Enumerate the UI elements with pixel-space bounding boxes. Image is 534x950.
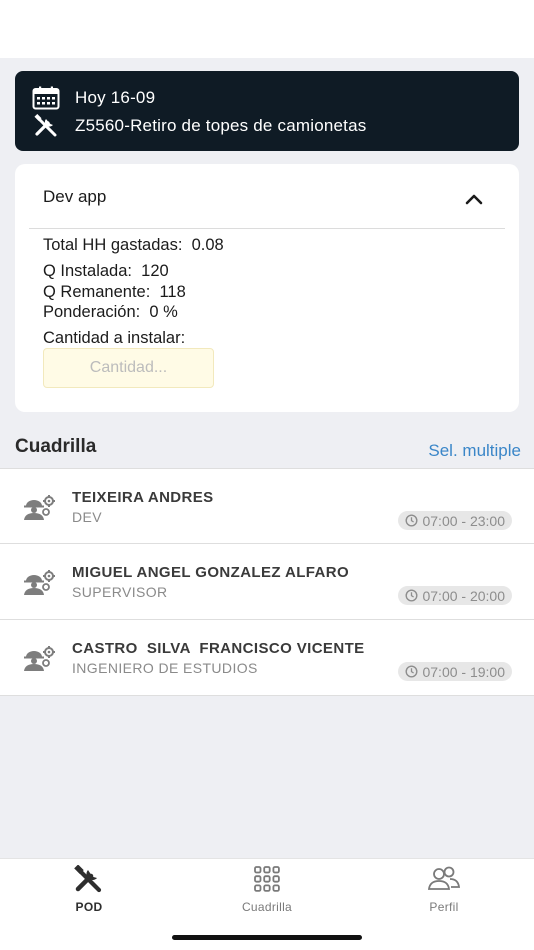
grid-icon <box>247 865 287 893</box>
task-label: Z5560-Retiro de topes de camionetas <box>75 116 367 135</box>
crew-member-name: MIGUEL ANGEL GONZALEZ ALFARO <box>72 564 350 581</box>
tab-label: Perfil <box>429 900 459 914</box>
clock-icon <box>405 665 418 678</box>
task-detail-card: Dev app Total HH gastadas: 0.08 Q Instal… <box>15 164 519 412</box>
tab-label: POD <box>75 900 103 914</box>
q-remanente-text: Q Remanente: 118 <box>43 283 186 301</box>
tab-perfil[interactable]: Perfil <box>384 865 504 917</box>
crew-member-role: SUPERVISOR <box>72 584 168 600</box>
home-indicator <box>172 935 362 940</box>
clock-icon <box>405 514 418 527</box>
task-row: Z5560-Retiro de topes de camionetas <box>31 114 366 138</box>
task-header-card: Hoy 16-09 Z5560-Retiro de topes de camio… <box>15 71 519 151</box>
date-label: Hoy 16-09 <box>75 88 156 107</box>
cantidad-input[interactable] <box>43 348 214 388</box>
crew-title: Cuadrilla <box>15 436 97 457</box>
task-title: Dev app <box>43 187 107 206</box>
tools-icon <box>31 114 61 138</box>
ponderacion-text: Ponderación: 0 % <box>43 303 178 321</box>
users-icon <box>424 865 464 893</box>
tab-label: Cuadrilla <box>241 900 293 914</box>
chevron-up-icon[interactable] <box>465 192 483 206</box>
worker-gear-icon <box>22 493 56 521</box>
tab-pod[interactable]: POD <box>29 865 149 917</box>
tools-icon <box>69 865 109 893</box>
schedule-text: 07:00 - 19:00 <box>422 663 505 680</box>
worker-gear-icon <box>22 568 56 596</box>
crew-member-role: DEV <box>72 509 102 525</box>
crew-list: TEIXEIRA ANDRES DEV 07:00 - 23:00 MIGUEL <box>0 468 534 696</box>
schedule-text: 07:00 - 23:00 <box>422 512 505 529</box>
tab-cuadrilla[interactable]: Cuadrilla <box>207 865 327 917</box>
cantidad-label: Cantidad a instalar: <box>43 329 186 347</box>
schedule-badge: 07:00 - 19:00 <box>398 662 512 681</box>
bottom-tab-bar: POD Cuadrilla Perfil <box>0 858 534 950</box>
crew-member-name: TEIXEIRA ANDRES <box>72 489 214 506</box>
divider <box>29 228 505 229</box>
status-bar-area <box>0 0 534 58</box>
crew-list-item[interactable]: CASTRO SILVA FRANCISCO VICENTE INGENIERO… <box>0 620 534 696</box>
schedule-text: 07:00 - 20:00 <box>422 587 505 604</box>
total-hh-text: Total HH gastadas: 0.08 <box>43 236 224 254</box>
schedule-badge: 07:00 - 23:00 <box>398 511 512 530</box>
date-row: Hoy 16-09 <box>31 86 155 110</box>
worker-gear-icon <box>22 644 56 672</box>
schedule-badge: 07:00 - 20:00 <box>398 586 512 605</box>
select-multiple-button[interactable]: Sel. multiple <box>428 441 521 461</box>
crew-member-role: INGENIERO DE ESTUDIOS <box>72 660 258 676</box>
crew-list-item[interactable]: TEIXEIRA ANDRES DEV 07:00 - 23:00 <box>0 468 534 544</box>
calendar-icon <box>31 86 61 110</box>
crew-member-name: CASTRO SILVA FRANCISCO VICENTE <box>72 640 365 657</box>
clock-icon <box>405 589 418 602</box>
q-instalada-text: Q Instalada: 120 <box>43 262 169 280</box>
crew-list-item[interactable]: MIGUEL ANGEL GONZALEZ ALFARO SUPERVISOR … <box>0 544 534 620</box>
